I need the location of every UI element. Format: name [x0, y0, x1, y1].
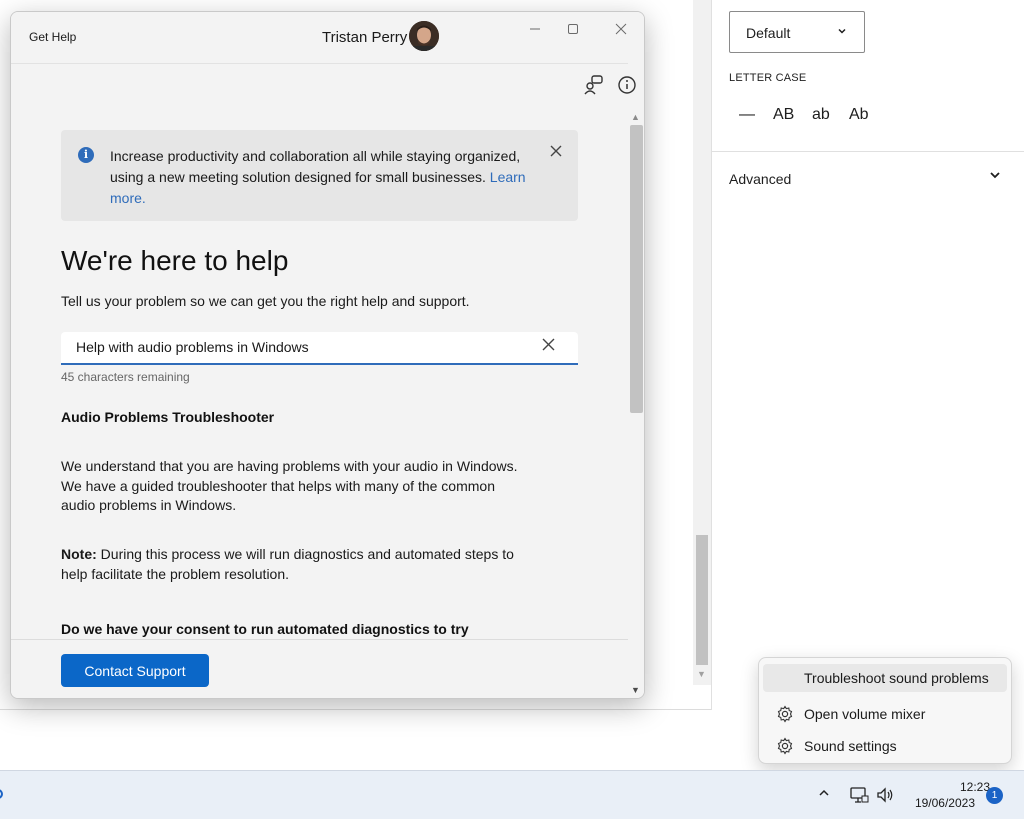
note-text: During this process we will run diagnost… — [61, 546, 514, 582]
search-icon[interactable] — [0, 788, 6, 800]
user-name: Tristan Perry — [322, 29, 408, 46]
clock-date[interactable]: 19/06/2023 — [905, 796, 975, 810]
font-size-select-value: Default — [746, 25, 791, 41]
character-count: 45 characters remaining — [61, 370, 190, 384]
page-title: We're here to help — [61, 245, 289, 276]
clear-icon[interactable] — [541, 337, 556, 357]
problem-search-input[interactable] — [76, 339, 536, 355]
scroll-down-icon[interactable]: ▼ — [631, 685, 640, 695]
close-button[interactable] — [608, 18, 634, 42]
menu-item-open-volume-mixer[interactable]: Open volume mixer — [763, 700, 1007, 728]
background-app-edge — [0, 0, 10, 770]
community-icon[interactable] — [583, 74, 605, 96]
close-icon[interactable] — [549, 144, 563, 163]
editor-divider — [0, 709, 760, 710]
letter-case-label: LETTER CASE — [729, 72, 807, 84]
letter-case-capitalize-button[interactable]: Ab — [849, 106, 869, 124]
section-title: Audio Problems Troubleshooter — [61, 409, 275, 425]
gear-icon — [776, 737, 794, 755]
note-paragraph: Note: During this process we will run di… — [61, 545, 531, 584]
advanced-section-toggle[interactable]: Advanced — [729, 171, 791, 187]
consent-question: Do we have your consent to run automated… — [61, 621, 469, 637]
letter-case-none-button[interactable]: — — [739, 106, 755, 124]
contact-support-button[interactable]: Contact Support — [61, 654, 209, 687]
minimize-button[interactable] — [522, 18, 548, 42]
promo-banner: i Increase productivity and collaboratio… — [61, 130, 578, 221]
network-icon[interactable] — [849, 785, 869, 805]
info-icon: i — [78, 147, 94, 163]
avatar[interactable] — [409, 21, 439, 51]
editor-canvas — [645, 0, 693, 710]
scroll-up-icon[interactable]: ▲ — [631, 112, 640, 122]
editor-scroll-down-icon[interactable]: ▼ — [697, 669, 706, 679]
editor-scrollbar-thumb[interactable] — [696, 535, 708, 665]
letter-case-lowercase-button[interactable]: ab — [812, 106, 830, 124]
chevron-down-icon[interactable] — [988, 168, 1002, 187]
chevron-up-icon[interactable] — [817, 786, 831, 803]
content-scrollbar[interactable]: ▲ ▼ — [628, 110, 644, 698]
page-subtitle: Tell us your problem so we can get you t… — [61, 293, 470, 309]
menu-item-label: Open volume mixer — [804, 706, 926, 722]
troubleshooter-description: We understand that you are having proble… — [61, 458, 518, 513]
clock-time[interactable]: 12:23 — [930, 780, 990, 794]
app-title: Get Help — [29, 30, 77, 44]
banner-message: Increase productivity and collaboration … — [110, 146, 550, 209]
volume-icon[interactable] — [875, 785, 895, 805]
menu-item-label: Troubleshoot sound problems — [804, 670, 989, 686]
note-label: Note: — [61, 546, 97, 562]
sound-context-menu: Troubleshoot sound problems Open volume … — [758, 657, 1012, 764]
get-help-window: Get Help Tristan Perry i Increase produc… — [10, 11, 645, 699]
content-scrollbar-thumb[interactable] — [630, 125, 643, 413]
taskbar: 12:23 19/06/2023 1 — [0, 770, 1024, 819]
menu-item-sound-settings[interactable]: Sound settings — [763, 732, 1007, 760]
font-size-select[interactable]: Default — [729, 11, 865, 53]
letter-case-uppercase-button[interactable]: AB — [773, 106, 794, 124]
banner-text: Increase productivity and collaboration … — [110, 148, 521, 185]
menu-item-label: Sound settings — [804, 738, 897, 754]
maximize-button[interactable] — [560, 18, 586, 42]
chevron-down-icon — [836, 25, 848, 40]
editor-settings-panel: Default LETTER CASE — AB ab Ab Advanced — [711, 0, 1024, 710]
window-footer: Contact Support — [11, 639, 628, 698]
menu-item-troubleshoot-sound[interactable]: Troubleshoot sound problems — [763, 664, 1007, 692]
gear-icon — [776, 705, 794, 723]
window-titlebar[interactable]: Get Help Tristan Perry — [11, 12, 644, 63]
info-icon[interactable] — [616, 74, 638, 96]
notification-badge[interactable]: 1 — [986, 787, 1003, 804]
editor-scrollbar[interactable]: ▼ — [693, 0, 711, 685]
panel-divider — [712, 151, 1024, 152]
problem-search-box[interactable] — [61, 332, 578, 365]
